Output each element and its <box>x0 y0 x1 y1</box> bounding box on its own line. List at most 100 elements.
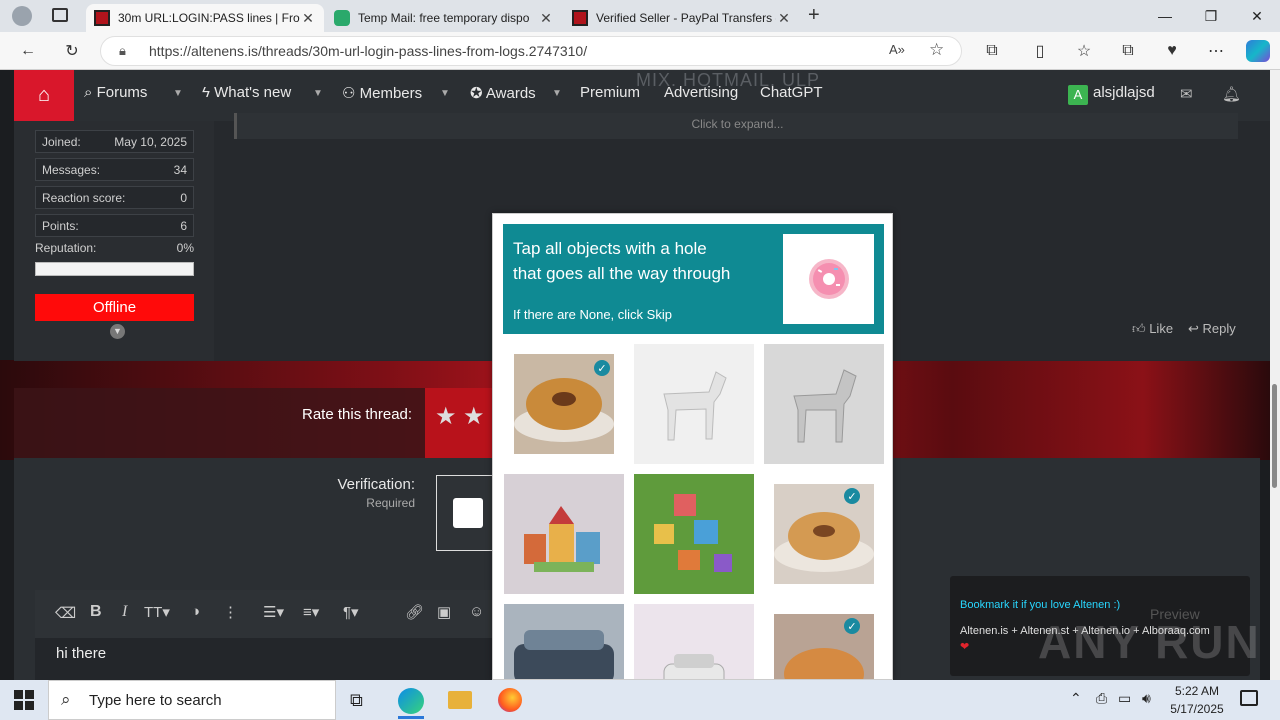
file-explorer-icon[interactable] <box>448 691 472 709</box>
list-icon[interactable]: ☰▾ <box>263 603 284 621</box>
close-tab-icon[interactable]: ✕ <box>776 10 792 27</box>
align-icon[interactable]: ≡▾ <box>303 603 319 621</box>
link-icon[interactable]: 🔗︎ <box>405 603 424 621</box>
captcha-tile-donut[interactable]: ✓ <box>764 474 884 594</box>
tab-altenen-thread[interactable]: 30m URL:LOGIN:PASS lines | From ✕ <box>86 4 324 32</box>
editor-text[interactable]: hi there <box>56 645 106 662</box>
image-icon[interactable]: ▣ <box>437 603 451 621</box>
extensions-icon[interactable]: ⧉ <box>978 38 1006 64</box>
captcha-tile-blocks[interactable] <box>504 474 624 594</box>
rate-stars[interactable]: ★ ★ <box>425 388 495 458</box>
new-tab-button[interactable]: + <box>808 4 820 27</box>
smiley-icon[interactable]: ☺ <box>469 603 484 620</box>
tab-actions-icon[interactable] <box>52 8 68 22</box>
page-scrollbar[interactable] <box>1270 70 1280 680</box>
tab-verified-seller[interactable]: Verified Seller - PayPal Transfers - ✕ <box>564 4 800 32</box>
edge-taskbar-icon[interactable] <box>398 688 424 714</box>
chevron-down-icon[interactable]: ▼ <box>440 88 450 99</box>
star-icon[interactable]: ★ <box>435 402 457 431</box>
status-badge: Offline <box>35 294 194 321</box>
stat-joined: Joined: May 10, 2025 <box>35 130 194 153</box>
device-icon[interactable]: ⎙ <box>1096 690 1107 707</box>
more-menu-icon[interactable]: ⋯ <box>1202 38 1230 64</box>
captcha-tile-donut[interactable]: ✓ <box>504 344 624 464</box>
nav-chatgpt[interactable]: ChatGPT <box>760 84 823 101</box>
network-icon[interactable]: ▭ <box>1118 690 1131 707</box>
username-link[interactable]: alsjdlajsd <box>1093 84 1155 101</box>
nav-whats-new[interactable]: ϟ What's new <box>202 84 291 101</box>
back-icon[interactable]: ← <box>14 38 42 64</box>
nav-members[interactable]: ⚇ Members <box>342 84 422 102</box>
favorite-star-icon[interactable]: ☆ <box>929 40 944 60</box>
captcha-tile-horse[interactable] <box>634 344 754 464</box>
restore-button[interactable]: ❐ <box>1188 0 1234 32</box>
taskbar-search[interactable]: ⌕ Type here to search <box>48 680 336 720</box>
profile-avatar[interactable] <box>12 6 32 26</box>
copilot-icon[interactable] <box>1246 40 1270 62</box>
donut-image <box>764 474 884 594</box>
page-viewport: MIX. HOTMAIL. ULP ⌂ ⌕ Forums ▼ ϟ What's … <box>0 70 1270 680</box>
captcha-checkbox[interactable] <box>453 498 483 528</box>
captcha-widget[interactable] <box>436 475 496 551</box>
nav-premium[interactable]: Premium <box>580 84 640 101</box>
user-avatar[interactable]: A <box>1068 85 1088 105</box>
captcha-prompt-line2: that goes all the way through <box>513 264 731 283</box>
shield-favicon <box>334 10 350 26</box>
italic-icon[interactable]: I <box>122 603 127 621</box>
lock-icon[interactable]: 🔒︎ <box>119 43 126 59</box>
collections-icon[interactable]: ⧉ <box>1114 38 1142 64</box>
home-icon[interactable]: ⌂ <box>14 70 74 121</box>
altenen-favicon <box>94 10 110 26</box>
more-options-icon[interactable]: ⋮ <box>223 603 238 621</box>
clock-date[interactable]: 5/17/2025 <box>1164 702 1230 716</box>
chevron-down-icon[interactable]: ▼ <box>313 88 323 99</box>
clock-time[interactable]: 5:22 AM <box>1168 684 1226 698</box>
chevron-down-icon[interactable]: ▼ <box>552 88 562 99</box>
close-tab-icon[interactable]: ✕ <box>538 10 554 27</box>
split-screen-icon[interactable]: ▯ <box>1026 38 1054 64</box>
chevron-down-icon[interactable]: ▼ <box>173 88 183 99</box>
windows-start-icon[interactable] <box>14 690 34 710</box>
address-bar[interactable]: 🔒︎ https://altenens.is/threads/30m-url-l… <box>100 36 962 66</box>
captcha-tile-blocks[interactable] <box>634 474 754 594</box>
firefox-icon[interactable] <box>498 688 522 712</box>
chevron-up-icon[interactable]: ⌃ <box>1070 690 1082 707</box>
toast-title: Bookmark it if you love Altenen :) <box>960 599 1121 611</box>
nav-advertising[interactable]: Advertising <box>664 84 738 101</box>
notifications-icon[interactable] <box>1240 690 1258 706</box>
toy-blocks-image <box>504 474 624 594</box>
task-view-icon[interactable]: ⧉ <box>350 690 363 711</box>
minimize-button[interactable]: — <box>1142 0 1188 32</box>
eraser-icon[interactable]: ⌫ <box>55 604 76 622</box>
mail-icon[interactable]: ✉ <box>1180 85 1193 103</box>
performance-icon[interactable]: ♥ <box>1158 38 1186 64</box>
bold-icon[interactable]: B <box>90 603 102 621</box>
nav-forums[interactable]: ⌕ Forums <box>84 84 147 101</box>
text-size-icon[interactable]: TT▾ <box>144 603 170 621</box>
active-app-indicator <box>398 716 424 719</box>
reply-button[interactable]: ↩ Reply <box>1188 321 1236 337</box>
tab-temp-mail[interactable]: Temp Mail: free temporary dispo ✕ <box>326 4 562 32</box>
captcha-tile-donut[interactable]: ✓ <box>764 604 884 679</box>
star-icon[interactable]: ★ <box>463 402 485 431</box>
stat-messages: Messages: 34 <box>35 158 194 181</box>
chevron-down-icon[interactable]: ▼ <box>110 324 125 339</box>
volume-icon[interactable]: 🔊︎ <box>1142 690 1151 707</box>
nav-awards[interactable]: ✪ Awards <box>470 84 536 102</box>
refresh-icon[interactable]: ↻ <box>58 38 86 64</box>
like-button[interactable]: 👍︎ Like <box>1132 321 1173 337</box>
read-aloud-icon[interactable]: A» <box>889 42 905 57</box>
scrollbar-thumb[interactable] <box>1272 384 1277 488</box>
favorites-icon[interactable]: ☆ <box>1070 38 1098 64</box>
captcha-tile-car[interactable] <box>504 604 624 679</box>
altenen-favicon <box>572 10 588 26</box>
palette-icon[interactable]: ◑ <box>191 603 200 620</box>
donut-image <box>764 604 884 679</box>
close-window-button[interactable]: ✕ <box>1234 0 1280 32</box>
captcha-tile-horse[interactable] <box>764 344 884 464</box>
captcha-tile-car[interactable] <box>634 604 754 679</box>
bell-icon[interactable]: 🔔︎ <box>1222 85 1241 103</box>
quote-block[interactable]: Click to expand... <box>234 113 1238 139</box>
paragraph-icon[interactable]: ¶▾ <box>343 603 359 621</box>
close-tab-icon[interactable]: ✕ <box>300 10 316 27</box>
